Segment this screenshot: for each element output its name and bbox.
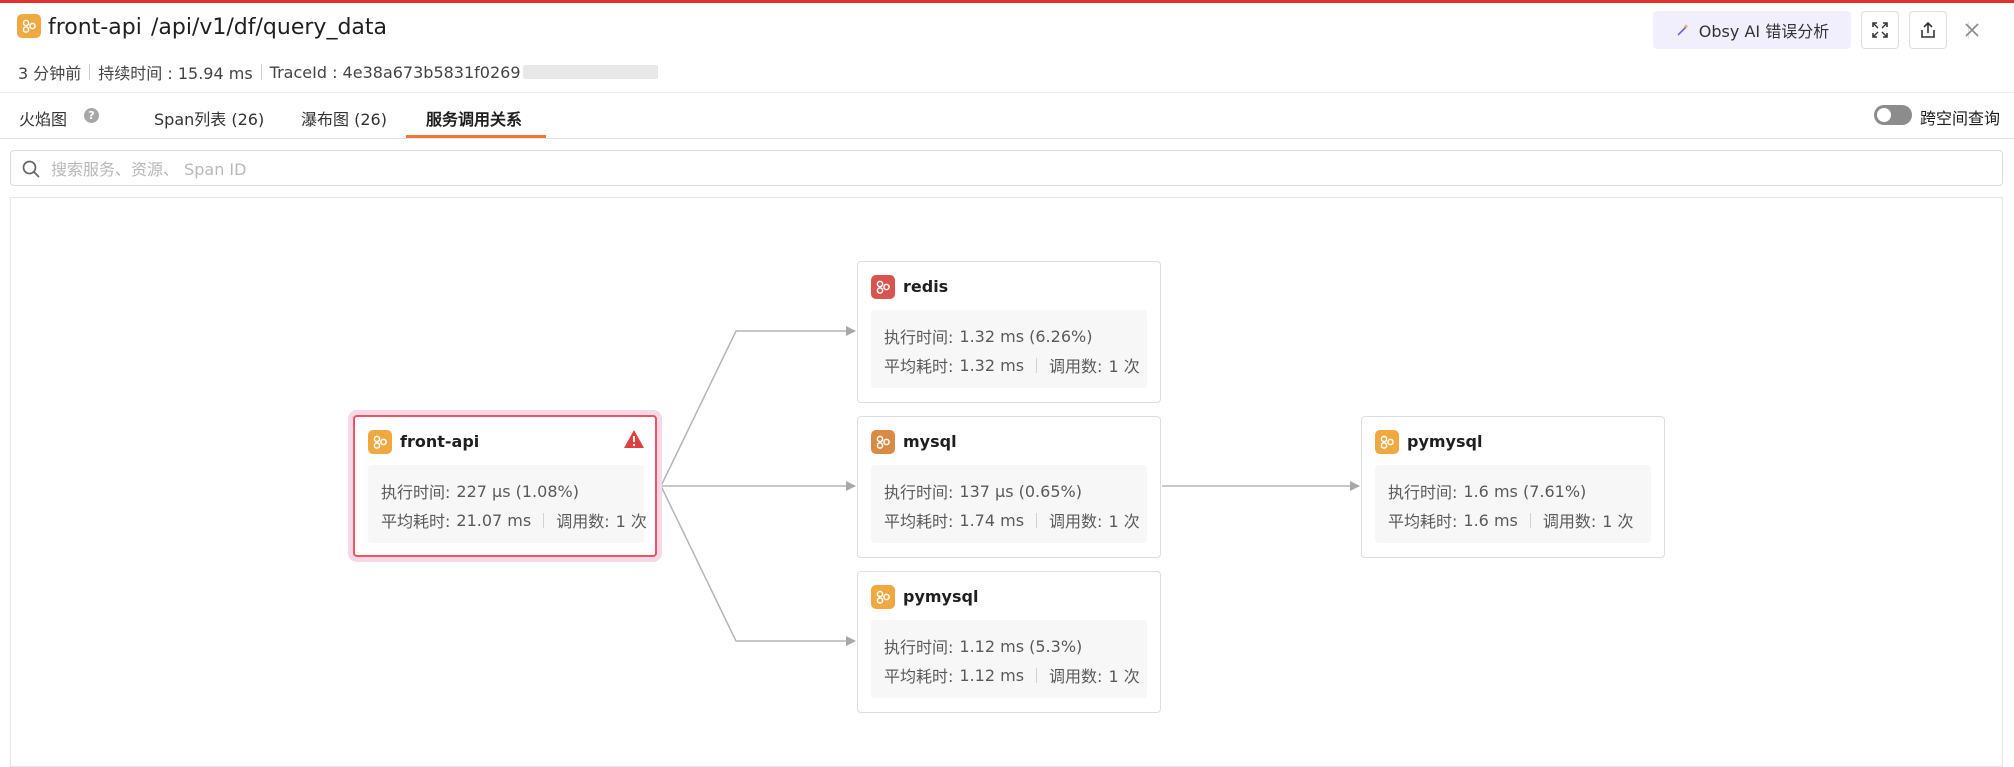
cross-space-label: 跨空间查询 — [1920, 109, 2001, 128]
avg-time-value: 1.32 ms — [959, 355, 1025, 375]
service-icon — [871, 430, 895, 454]
node-name: pymysql — [1407, 432, 1483, 451]
service-node-mysql[interactable]: mysql 执行时间: 137 μs (0.65%) 平均耗时: 1.74 ms 调用… — [857, 416, 1161, 558]
stat-divider — [1529, 512, 1531, 528]
node-name: mysql — [903, 432, 957, 451]
service-node-front-api[interactable]: front-api 执行时间: 227 μs (1.08%) 平均耗时: 21.07… — [353, 415, 657, 557]
stat-divider — [1036, 667, 1038, 683]
node-name: redis — [903, 277, 949, 296]
avg-time-value: 1.74 ms — [959, 510, 1025, 530]
exec-time-value: 1.6 ms (7.61%) — [1463, 481, 1587, 501]
share-icon — [1921, 21, 1935, 38]
node-stats: 执行时间: 1.12 ms (5.3%) 平均耗时: 1.12 ms 调用数: 1 次 — [871, 620, 1147, 698]
search-icon — [22, 160, 40, 178]
exec-time-value: 1.32 ms (6.26%) — [959, 326, 1093, 346]
avg-time-value: 1.6 ms — [1463, 510, 1518, 530]
tab-waterfall[interactable]: 瀑布图 (26) — [301, 106, 387, 130]
trace-meta: 3 分钟前 持续时间 : 15.94 ms TraceId : 4e38a673… — [18, 60, 658, 84]
node-name: front-api — [400, 432, 480, 451]
meta-divider — [260, 64, 262, 80]
call-count-label: 调用数: — [1542, 512, 1597, 531]
ai-error-analysis-button[interactable]: Obsy AI 错误分析 — [1653, 11, 1851, 49]
avg-time-value: 21.07 ms — [456, 510, 532, 530]
tab-service-map[interactable]: 服务调用关系 — [426, 106, 522, 130]
search-box — [10, 150, 2003, 186]
service-icon — [871, 275, 895, 299]
call-count-label: 调用数: — [1049, 357, 1103, 376]
call-count-value: 1 次 — [1108, 357, 1140, 376]
exec-time-value: 137 μs (0.65%) — [959, 481, 1082, 501]
exec-time-label: 执行时间: — [884, 638, 954, 657]
call-count-label: 调用数: — [1049, 512, 1103, 531]
call-count-value: 1 次 — [615, 512, 647, 531]
fullscreen-button[interactable] — [1861, 11, 1899, 49]
exec-time-label: 执行时间: — [381, 483, 451, 502]
service-icon — [1375, 430, 1399, 454]
exec-time-label: 执行时间: — [884, 328, 954, 347]
node-name: pymysql — [903, 587, 979, 606]
ai-button-label: Obsy AI 错误分析 — [1698, 22, 1830, 41]
node-stats: 执行时间: 1.32 ms (6.26%) 平均耗时: 1.32 ms 调用数: 1 次 — [871, 310, 1147, 388]
avg-time-label: 平均耗时: — [381, 512, 451, 531]
service-node-redis[interactable]: redis 执行时间: 1.32 ms (6.26%) 平均耗时: 1.32 ms 调… — [857, 261, 1161, 403]
call-count-value: 1 次 — [1108, 512, 1140, 531]
expand-icon — [1872, 22, 1888, 38]
search-input[interactable] — [51, 157, 951, 181]
service-icon — [871, 585, 895, 609]
trace-header: front-api /api/v1/df/query_data 3 分钟前 持续… — [0, 3, 2014, 93]
stat-divider — [1036, 357, 1038, 373]
warning-icon — [624, 430, 644, 448]
time-ago: 3 分钟前 — [18, 64, 82, 83]
call-count-value: 1 次 — [1602, 512, 1634, 531]
magic-wand-icon — [1677, 24, 1689, 36]
trace-duration: 持续时间 : 15.94 ms — [98, 64, 253, 83]
call-count-label: 调用数: — [556, 512, 610, 531]
avg-time-value: 1.12 ms — [959, 665, 1025, 685]
exec-time-label: 执行时间: — [884, 483, 954, 502]
cross-space-toggle[interactable] — [1874, 105, 1912, 125]
exec-time-value: 1.12 ms (5.3%) — [959, 636, 1083, 656]
service-node-pymysql-downstream[interactable]: pymysql 执行时间: 1.6 ms (7.61%) 平均耗时: 1.6 ms 调… — [1361, 416, 1665, 558]
close-icon[interactable] — [1962, 20, 1982, 40]
node-stats: 执行时间: 227 μs (1.08%) 平均耗时: 21.07 ms 调用数: 1 次 — [368, 465, 647, 543]
meta-divider — [89, 64, 91, 80]
tab-span-list[interactable]: Span列表 (26) — [154, 106, 264, 130]
avg-time-label: 平均耗时: — [884, 667, 954, 686]
active-tab-indicator — [406, 135, 546, 138]
tab-bar: 火焰图 ? Span列表 (26) 瀑布图 (26) 服务调用关系 跨空间查询 — [0, 94, 2014, 139]
help-icon[interactable]: ? — [84, 108, 99, 123]
header-service-name: front-api — [48, 15, 142, 40]
exec-time-value: 227 μs (1.08%) — [456, 481, 579, 501]
tab-flamegraph[interactable]: 火焰图 — [19, 106, 67, 130]
share-button[interactable] — [1909, 11, 1947, 49]
avg-time-label: 平均耗时: — [884, 512, 954, 531]
header-resource-path: /api/v1/df/query_data — [151, 15, 387, 40]
exec-time-label: 执行时间: — [1388, 483, 1458, 502]
node-stats: 执行时间: 137 μs (0.65%) 平均耗时: 1.74 ms 调用数: 1 次 — [871, 465, 1147, 543]
service-icon — [17, 14, 41, 38]
avg-time-label: 平均耗时: — [884, 357, 954, 376]
call-count-label: 调用数: — [1049, 667, 1103, 686]
node-stats: 执行时间: 1.6 ms (7.61%) 平均耗时: 1.6 ms 调用数: 1 次 — [1375, 465, 1651, 543]
service-node-pymysql[interactable]: pymysql 执行时间: 1.12 ms (5.3%) 平均耗时: 1.12 ms… — [857, 571, 1161, 713]
call-count-value: 1 次 — [1108, 667, 1140, 686]
trace-id-redacted — [522, 65, 658, 79]
avg-time-label: 平均耗时: — [1388, 512, 1458, 531]
trace-id[interactable]: TraceId : 4e38a673b5831f0269 — [270, 63, 521, 82]
service-icon — [368, 430, 392, 454]
stat-divider — [543, 512, 545, 528]
stat-divider — [1036, 512, 1038, 528]
